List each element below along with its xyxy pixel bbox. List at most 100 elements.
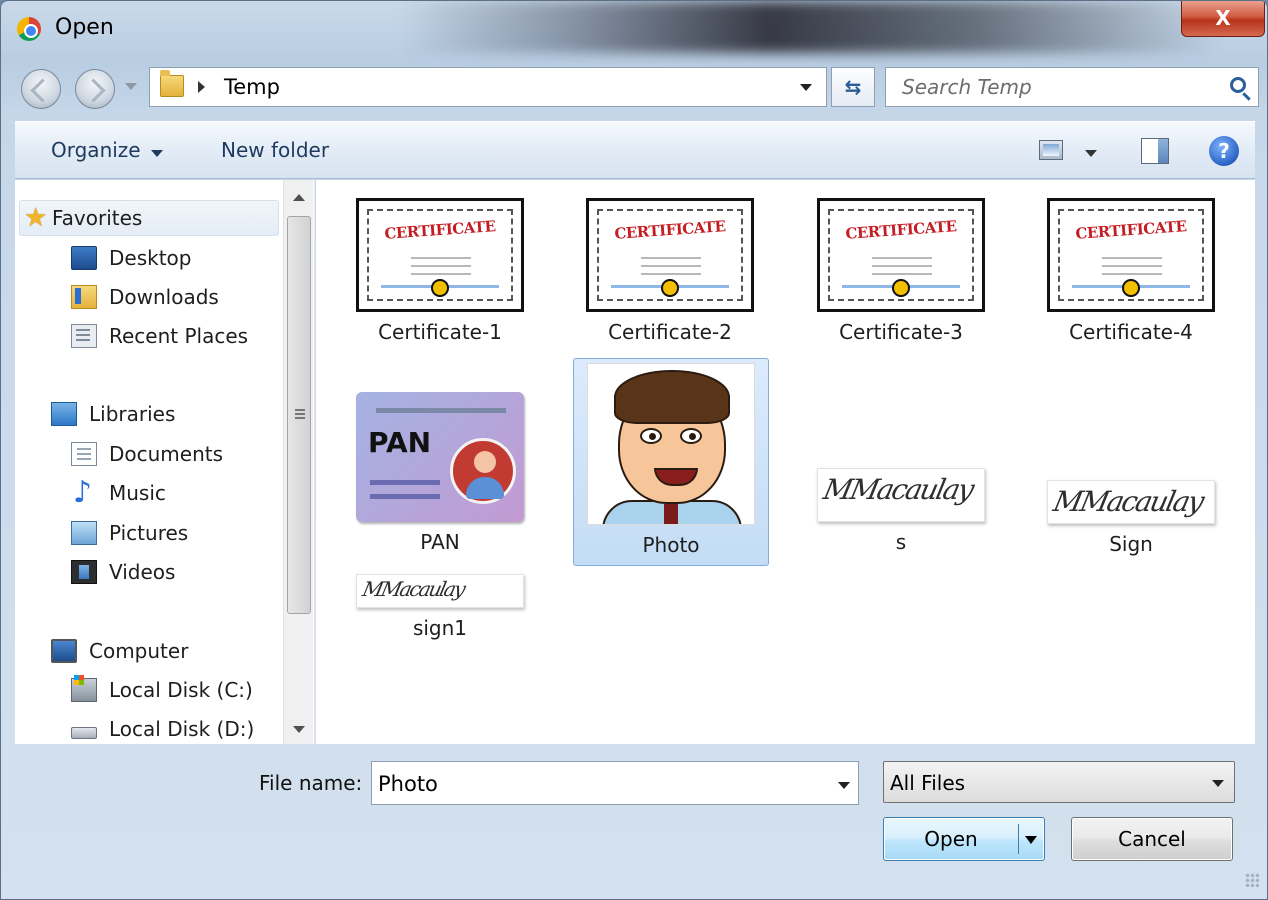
open-button[interactable]: Open [883,817,1045,861]
change-view-icon[interactable] [1039,140,1063,160]
nav-label: Local Disk (C:) [109,678,253,702]
folder-icon [160,70,184,97]
scroll-thumb[interactable] [287,216,311,614]
open-button-label: Open [924,827,978,851]
file-item-s[interactable]: MMacaulay s [803,468,999,554]
background-blur [401,1,1221,53]
seal-icon [661,279,679,297]
title-bar: Open X [1,1,1267,57]
file-name: Certificate-3 [839,320,963,344]
nav-label: Computer [89,639,189,663]
recent-places-icon [71,324,97,348]
certificate-thumbnail: CERTIFICATE [586,198,754,312]
navigation-pane: ★ Favorites Desktop Downloads Recent Pla… [15,180,315,744]
help-icon[interactable]: ? [1209,136,1239,166]
nav-libraries[interactable]: Libraries [51,396,175,432]
nav-computer[interactable]: Computer [51,633,188,669]
file-type-dropdown-icon[interactable] [1212,780,1224,787]
file-name-dropdown-icon[interactable] [838,782,850,789]
breadcrumb-temp[interactable]: Temp [224,75,280,99]
file-name: PAN [420,530,460,554]
nav-pictures[interactable]: Pictures [71,515,188,551]
file-type-value[interactable]: All Files [890,771,965,795]
nav-label: Pictures [109,521,189,545]
file-name-input[interactable]: Photo [371,761,859,805]
scroll-down-arrow-icon[interactable] [293,726,305,733]
certificate-thumbnail: CERTIFICATE [356,198,524,312]
forward-button[interactable] [75,69,115,109]
view-options-caret-icon[interactable] [1085,150,1097,157]
documents-icon [71,442,97,466]
recent-locations-dropdown[interactable] [125,83,137,90]
nav-local-disk-c[interactable]: Local Disk (C:) [71,672,253,708]
file-item-sign1[interactable]: MMacaulay sign1 [342,574,538,640]
nav-local-disk-d[interactable]: Local Disk (D:) [71,711,254,747]
file-item-sign[interactable]: MMacaulay Sign [1033,480,1229,556]
breadcrumb-arrow-icon[interactable] [198,81,205,93]
signature-thumbnail: MMacaulay [817,468,985,522]
file-item-pan[interactable]: PAN PAN [342,390,538,554]
file-item-certificate-3[interactable]: CERTIFICATE Certificate-3 [803,198,999,344]
file-name-value[interactable]: Photo [378,772,438,796]
libraries-icon [51,402,77,426]
scroll-up-arrow-icon[interactable] [293,194,305,201]
thumbnail-lines [411,257,471,259]
desktop-icon [71,246,97,270]
nav-recent-places[interactable]: Recent Places [71,318,248,354]
thumbnail-lines [1102,257,1162,259]
resize-grip-icon[interactable] [1245,873,1259,887]
file-name: Certificate-2 [608,320,732,344]
search-box[interactable]: Search Temp [885,67,1259,107]
seal-icon [431,279,449,297]
thumbnail-text: CERTIFICATE [844,217,958,243]
address-bar[interactable]: Temp [149,67,827,107]
nav-desktop[interactable]: Desktop [71,240,191,276]
seal-icon [892,279,910,297]
file-name: s [895,530,907,554]
address-dropdown-icon[interactable] [800,84,812,91]
nav-favorites[interactable]: ★ Favorites [19,200,279,236]
refresh-button[interactable]: ⇆ [831,67,875,107]
close-button[interactable]: X [1181,1,1265,37]
organize-caret-icon[interactable] [151,150,163,157]
back-button[interactable] [21,69,61,109]
nav-scrollbar[interactable] [283,180,313,744]
command-toolbar: Organize New folder ? [15,121,1255,179]
thumbnail-text: CERTIFICATE [383,217,497,243]
star-icon: ★ [24,203,48,233]
file-name: Photo [642,533,700,557]
signature-thumbnail: MMacaulay [1047,480,1215,524]
file-item-certificate-1[interactable]: CERTIFICATE Certificate-1 [342,198,538,344]
certificate-thumbnail: CERTIFICATE [817,198,985,312]
search-icon[interactable] [1230,77,1246,93]
thumbnail-text: MMacaulay [820,473,976,506]
nav-videos[interactable]: Videos [71,554,175,590]
downloads-icon [71,285,97,309]
nav-documents[interactable]: Documents [71,436,223,472]
file-item-certificate-4[interactable]: CERTIFICATE Certificate-4 [1033,198,1229,344]
thumbnail-text: CERTIFICATE [613,217,727,243]
nav-downloads[interactable]: Downloads [71,279,219,315]
grip-icon [295,409,305,411]
thumbnail-lines [641,257,701,259]
nav-label: Local Disk (D:) [109,717,255,741]
file-name: sign1 [412,616,468,640]
file-item-photo[interactable]: Photo [573,358,769,566]
open-dialog: Open X Temp ⇆ Search Temp Organize New f… [0,0,1268,900]
file-type-select[interactable]: All Files [883,761,1235,803]
certificate-thumbnail: CERTIFICATE [1047,198,1215,312]
open-options-caret-icon[interactable] [1025,836,1037,844]
local-disk-d-icon [71,727,97,739]
new-folder-button[interactable]: New folder [221,138,329,162]
nav-music[interactable]: Music [71,475,166,511]
organize-button[interactable]: Organize [51,138,141,162]
search-placeholder[interactable]: Search Temp [902,75,1032,99]
file-item-certificate-2[interactable]: CERTIFICATE Certificate-2 [572,198,768,344]
nav-label: Favorites [52,206,143,230]
preview-pane-icon[interactable] [1141,138,1169,164]
cartoon-tie [664,504,678,524]
thumbnail-text: MMacaulay [1050,485,1206,518]
local-disk-c-icon [71,675,97,702]
cancel-button[interactable]: Cancel [1071,817,1233,861]
cartoon-hair [614,370,730,424]
